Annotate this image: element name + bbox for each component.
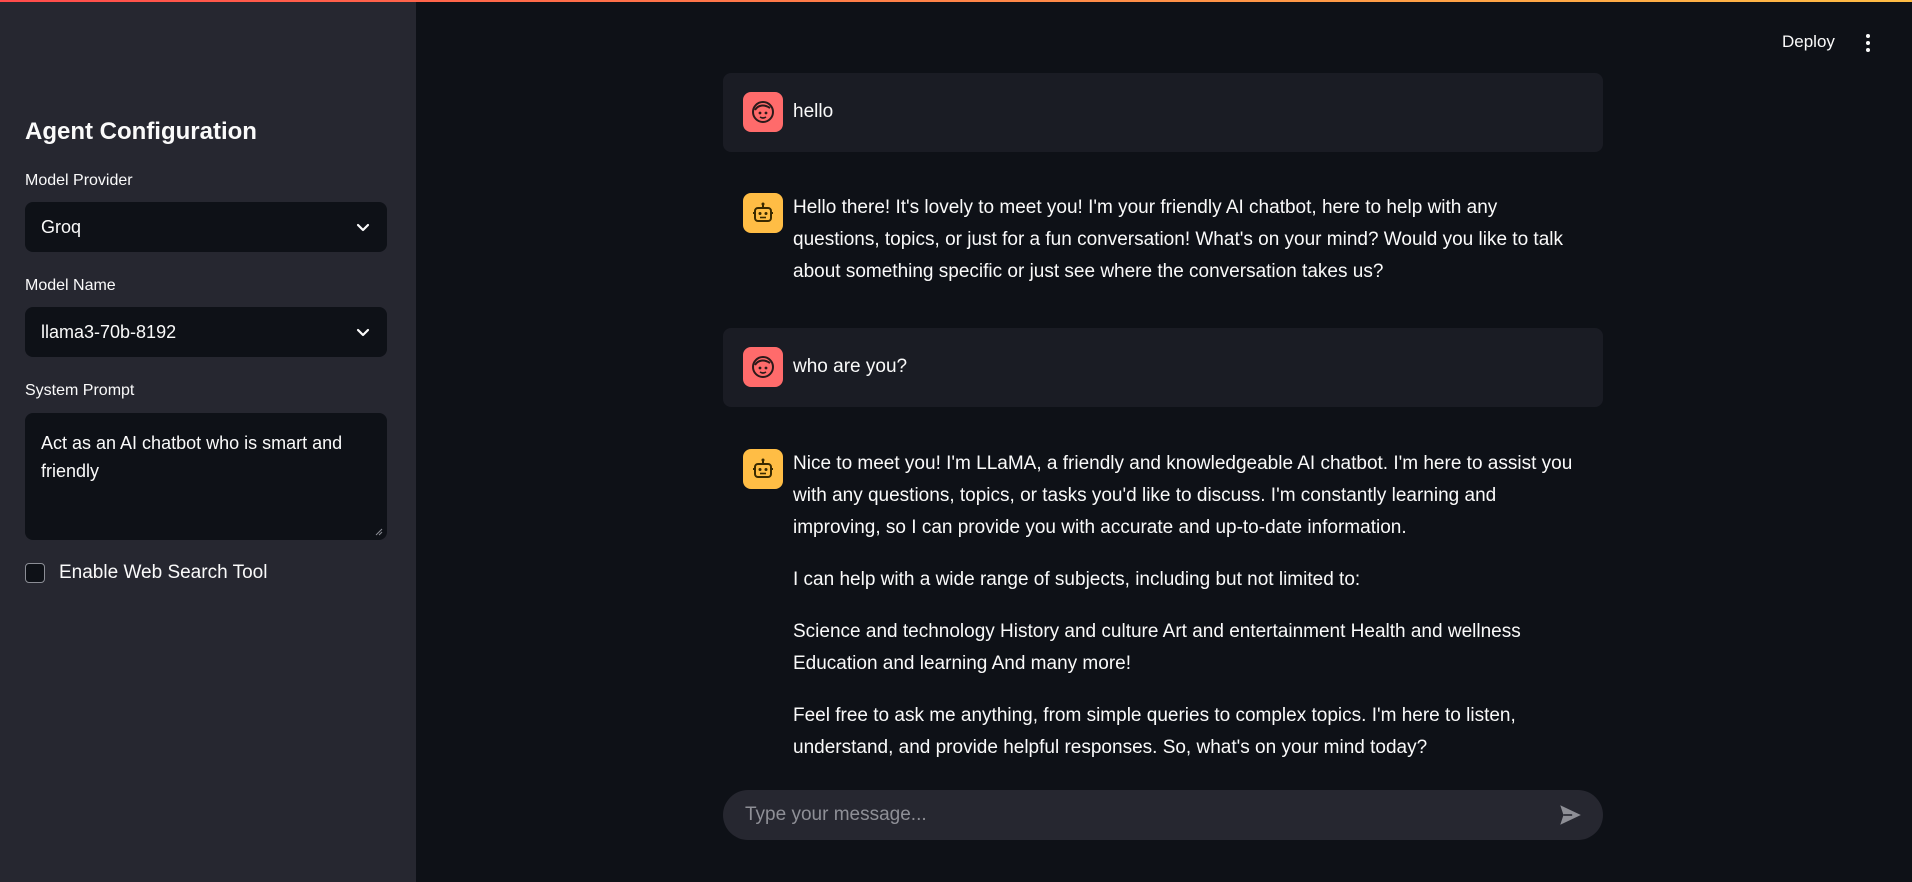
chevron-down-icon bbox=[356, 328, 370, 337]
message-text: Hello there! It's lovely to meet you! I'… bbox=[793, 197, 1563, 282]
chat-message-assistant: Hello there! It's lovely to meet you! I'… bbox=[723, 178, 1603, 298]
message-paragraph: Science and technology History and cultu… bbox=[793, 621, 1521, 674]
model-name-label: Model Name bbox=[25, 277, 116, 294]
chat-message-user: hello bbox=[723, 73, 1603, 152]
robot-icon bbox=[743, 449, 783, 489]
chat-message-assistant: Nice to meet you! I'm LLaMA, a friendly … bbox=[723, 434, 1603, 774]
user-face-icon bbox=[743, 92, 783, 132]
send-icon[interactable] bbox=[1557, 802, 1583, 828]
model-provider-label: Model Provider bbox=[25, 172, 133, 189]
sidebar-title: Agent Configuration bbox=[25, 118, 257, 145]
web-search-checkbox[interactable] bbox=[25, 563, 45, 583]
kebab-menu-icon[interactable] bbox=[1860, 32, 1876, 54]
chat-message-user: who are you? bbox=[723, 328, 1603, 407]
message-text: hello bbox=[793, 101, 834, 122]
message-text: who are you? bbox=[793, 356, 908, 377]
message-paragraph: I can help with a wide range of subjects… bbox=[793, 569, 1361, 590]
user-face-icon bbox=[743, 347, 783, 387]
model-provider-select[interactable]: Groq bbox=[25, 202, 387, 252]
message-paragraph: Feel free to ask me anything, from simpl… bbox=[793, 705, 1516, 758]
sidebar: Agent Configuration Model Provider Groq … bbox=[0, 0, 416, 882]
resize-handle-icon[interactable] bbox=[375, 528, 383, 536]
chevron-down-icon bbox=[356, 223, 370, 232]
message-body: Nice to meet you! I'm LLaMA, a friendly … bbox=[793, 448, 1583, 784]
message-paragraph: Nice to meet you! I'm LLaMA, a friendly … bbox=[793, 453, 1573, 538]
chat-message-input[interactable] bbox=[743, 803, 1557, 827]
system-prompt-textarea[interactable]: Act as an AI chatbot who is smart and fr… bbox=[25, 413, 387, 540]
web-search-checkbox-row[interactable]: Enable Web Search Tool bbox=[25, 562, 267, 584]
deploy-button[interactable]: Deploy bbox=[1782, 32, 1835, 52]
model-name-select[interactable]: llama3-70b-8192 bbox=[25, 307, 387, 357]
model-provider-value: Groq bbox=[41, 216, 82, 237]
web-search-label: Enable Web Search Tool bbox=[59, 562, 268, 583]
robot-icon bbox=[743, 193, 783, 233]
model-name-value: llama3-70b-8192 bbox=[41, 321, 177, 342]
system-prompt-label: System Prompt bbox=[25, 382, 135, 399]
chat-input-bar bbox=[723, 790, 1603, 840]
top-decoration-bar bbox=[0, 0, 1912, 2]
system-prompt-value: Act as an AI chatbot who is smart and fr… bbox=[41, 433, 343, 481]
